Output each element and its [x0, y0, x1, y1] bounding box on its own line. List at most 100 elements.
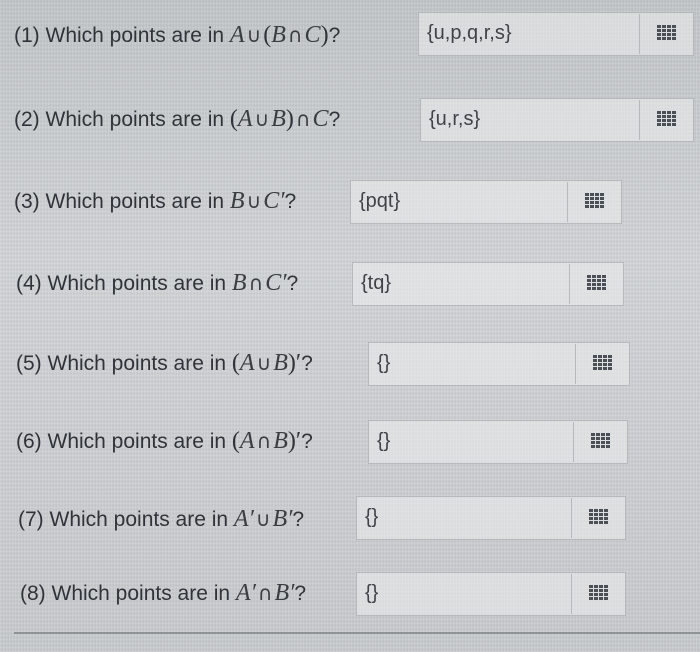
question-row-7: (7) Which points are in A′ ∪B′? {}: [18, 494, 698, 542]
question-row-1: (1) Which points are in A ∪(B ∩C)? {u,p,q,…: [14, 10, 694, 58]
math-symbol: B: [271, 22, 286, 48]
question-row-4: (4) Which points are in B ∩C′? {tq}: [16, 258, 696, 306]
math-symbol: A: [237, 106, 253, 132]
paren: ): [320, 22, 329, 48]
math-symbol: C: [304, 22, 321, 48]
answer-value: {pqt}: [359, 190, 401, 212]
math-symbol: B: [273, 428, 288, 454]
union-symbol: ∪: [255, 507, 271, 531]
question-7: (7) Which points are in A′ ∪B′?: [18, 506, 304, 533]
math-symbol: B: [231, 270, 247, 296]
question-mark: ?: [301, 352, 313, 375]
paren: (: [231, 350, 240, 376]
answer-input-1[interactable]: {u,p,q,r,s}: [418, 12, 694, 56]
keypad-grid-icon: [591, 433, 611, 449]
question-8: (8) Which points are in A′ ∩B′?: [20, 580, 306, 607]
question-5: (5) Which points are in (A ∪B)′?: [16, 350, 313, 377]
keypad-grid-icon: [585, 193, 605, 209]
divider: [14, 632, 700, 634]
keypad-button-2[interactable]: [639, 100, 693, 140]
math-symbol: C′: [263, 188, 285, 214]
keypad-button-6[interactable]: [573, 422, 627, 462]
union-symbol: ∪: [246, 23, 262, 47]
question-4: (4) Which points are in B ∩C′?: [16, 270, 298, 297]
answer-input-3[interactable]: {pqt}: [350, 180, 622, 224]
question-2: (2) Which points are in (A ∪B) ∩C?: [14, 106, 340, 133]
answer-value: {u,p,q,r,s}: [427, 22, 512, 44]
question-text: (3) Which points are in: [14, 190, 230, 213]
question-mark: ?: [286, 272, 299, 295]
union-symbol: ∪: [246, 189, 262, 213]
question-3: (3) Which points are in B ∪C′?: [14, 188, 296, 215]
question-text: (2) Which points are in: [14, 108, 230, 131]
keypad-grid-icon: [589, 585, 609, 601]
intersection-symbol: ∩: [295, 107, 311, 131]
math-symbol: C′: [265, 270, 287, 296]
question-row-5: (5) Which points are in (A ∪B)′? {}: [16, 338, 696, 386]
math-symbol: B: [271, 106, 286, 132]
answer-value: {}: [365, 582, 379, 604]
intersection-symbol: ∩: [248, 271, 264, 295]
question-text: (7) Which points are in: [18, 508, 234, 531]
question-1: (1) Which points are in A ∪(B ∩C)?: [14, 22, 340, 49]
question-text: (6) Which points are in: [16, 430, 232, 453]
answer-value: {tq}: [361, 272, 392, 294]
keypad-button-5[interactable]: [575, 344, 629, 384]
answer-value: {}: [365, 506, 379, 528]
keypad-button-7[interactable]: [571, 498, 625, 538]
keypad-button-1[interactable]: [639, 14, 693, 54]
keypad-grid-icon: [593, 355, 613, 371]
keypad-button-3[interactable]: [567, 182, 621, 222]
question-text: (1) Which points are in: [14, 24, 230, 47]
answer-input-5[interactable]: {}: [368, 342, 630, 386]
math-symbol: B′: [274, 580, 295, 606]
question-row-6: (6) Which points are in (A ∩B)′? {}: [16, 416, 696, 464]
keypad-button-8[interactable]: [571, 574, 625, 614]
math-symbol: A′: [233, 506, 254, 532]
question-text: (4) Which points are in: [16, 272, 232, 295]
math-symbol: A: [229, 22, 245, 48]
math-symbol: B′: [272, 506, 293, 532]
paren: )′: [287, 428, 302, 454]
math-symbol: A′: [235, 580, 256, 606]
intersection-symbol: ∩: [256, 429, 272, 453]
math-symbol: A: [239, 428, 255, 454]
keypad-grid-icon: [657, 25, 677, 41]
question-mark: ?: [328, 24, 341, 47]
answer-input-7[interactable]: {}: [356, 496, 626, 540]
union-symbol: ∪: [256, 351, 272, 375]
question-6: (6) Which points are in (A ∩B)′?: [16, 428, 313, 455]
question-mark: ?: [328, 108, 341, 131]
keypad-button-4[interactable]: [569, 264, 623, 304]
question-mark: ?: [294, 582, 307, 605]
question-mark: ?: [292, 508, 305, 531]
answer-value: {}: [377, 352, 391, 374]
question-row-8: (8) Which points are in A′ ∩B′? {}: [20, 568, 700, 616]
question-text: (8) Which points are in: [20, 582, 236, 605]
answer-value: {u,r,s}: [429, 108, 481, 130]
intersection-symbol: ∩: [257, 581, 273, 605]
answer-input-2[interactable]: {u,r,s}: [420, 98, 694, 142]
keypad-grid-icon: [657, 111, 677, 127]
question-row-3: (3) Which points are in B ∪C′? {pqt}: [14, 176, 694, 224]
paren: ): [285, 106, 294, 132]
question-mark: ?: [284, 190, 297, 213]
keypad-grid-icon: [587, 275, 607, 291]
answer-input-6[interactable]: {}: [368, 420, 628, 464]
question-text: (5) Which points are in: [16, 352, 232, 375]
union-symbol: ∪: [254, 107, 270, 131]
intersection-symbol: ∩: [287, 23, 303, 47]
math-symbol: B: [229, 188, 245, 214]
math-symbol: C: [312, 106, 329, 132]
math-symbol: A: [239, 350, 255, 376]
answer-input-8[interactable]: {}: [356, 572, 626, 616]
keypad-grid-icon: [589, 509, 609, 525]
question-mark: ?: [301, 430, 313, 453]
math-symbol: B: [273, 350, 288, 376]
answer-input-4[interactable]: {tq}: [352, 262, 624, 306]
paren: )′: [287, 350, 302, 376]
answer-value: {}: [377, 430, 391, 452]
question-row-2: (2) Which points are in (A ∪B) ∩C? {u,r,s}: [14, 94, 694, 142]
paren: (: [231, 428, 240, 454]
paren: (: [229, 106, 238, 132]
